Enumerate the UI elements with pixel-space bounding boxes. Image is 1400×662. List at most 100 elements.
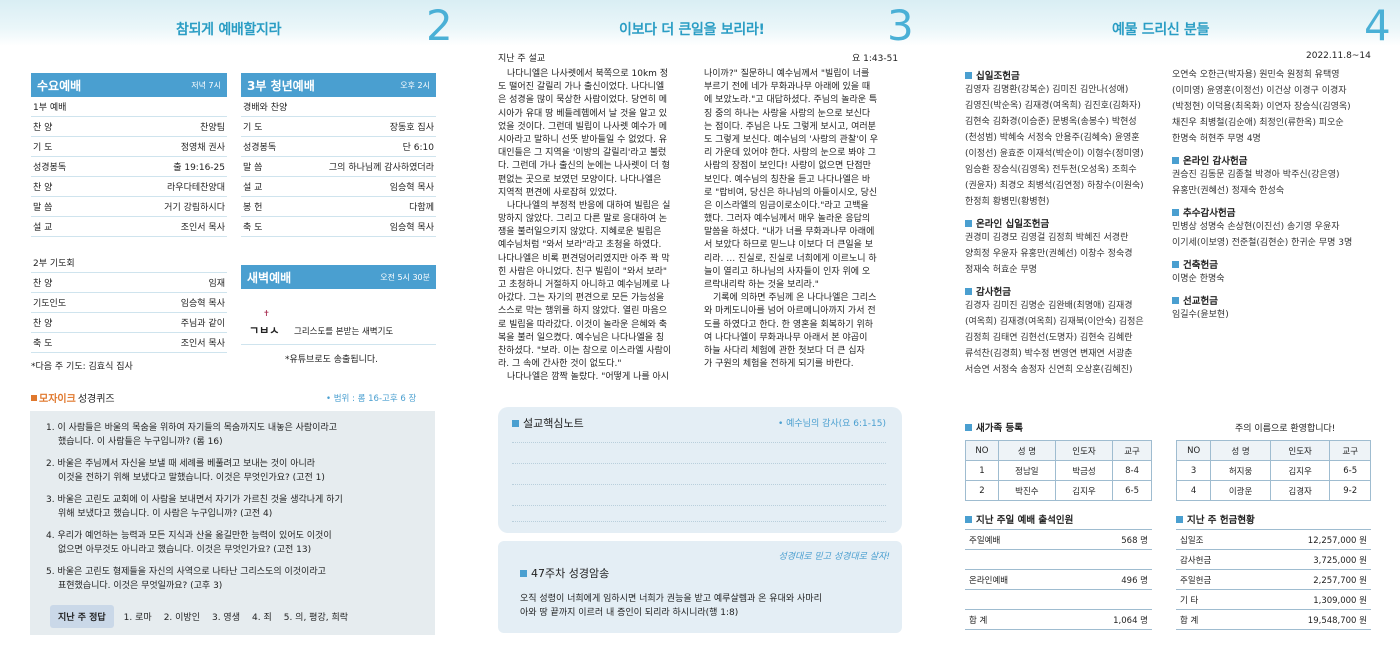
sermon-line: 로 "랍비여, 당신은 하나님의 아들이시오, 당신 — [704, 187, 878, 198]
quiz-box: 1. 이 사람들은 바울의 목숨을 위하여 자기들의 목숨까지도 내놓은 사람이… — [30, 411, 435, 635]
quiz-title: 모자이크 성경퀴즈 — [31, 390, 115, 405]
program-row: 찬 양 임재 — [31, 273, 227, 293]
note-title: 설교핵심노트 — [512, 415, 584, 431]
note-line — [512, 505, 886, 506]
memo-title: 47주차 성경암송 — [520, 565, 609, 581]
program-row: 축 도 조인서 목사 — [31, 333, 227, 353]
youth-header: 3부 청년예배 오후 2시 — [241, 73, 436, 97]
program-value: 출 19:16-25 — [173, 163, 225, 173]
sermon-reference: 요 1:43-51 — [852, 54, 899, 64]
sermon-line: 대인들은 그 지역을 '이방의 갈릴리'라고 불렀 — [498, 148, 667, 159]
sermon-line: 하늘 사다리 체험에 관한 첫보다 더 큰 십자 — [704, 345, 865, 356]
table-row: 십일조 12,257,000 원 — [1176, 529, 1371, 550]
sermon-line: 기록에 의하면 주님께 온 나다나엘은 그리스 — [713, 293, 877, 304]
last-week-answers: 지난 주 정답 1. 로마 2. 이방인 3. 영생 4. 죄 5. 의, 평강, 희락 — [50, 605, 348, 628]
online-tithe-title: 온라인 십일조헌금 — [965, 216, 1170, 230]
page-title: 이보다 더 큰일을 보리라! — [619, 22, 765, 38]
program-value: 장동호 집사 — [389, 123, 434, 133]
sermon-line: 리 가운데 있어야 한다. 사랑의 눈으로 봐야 그 — [704, 148, 876, 159]
program-row: 찬 양 라우다테찬양대 — [31, 177, 227, 197]
dawn-service: 새벽예배 오전 5시 30분 ✝ ㄱㅂㅅ 그리스도를 본받는 새벽기도 *유튜브로… — [241, 265, 436, 365]
online-thanks-names: 권승진 김동문 김종철 박경아 박주신(강은영) 유홍만(권혜선) 정재숙 한성숙 — [1172, 170, 1340, 196]
sermon-line: 했다. 그러자 예수님께서 매우 놀라운 응답의 — [704, 214, 871, 225]
program-value: 임승혁 목사 — [389, 223, 434, 233]
newcomer-table-right: NO 성 명 인도자 교구 3 허지웅 김지우 6-5 4 이광운 김경자 9-2 — [1175, 440, 1371, 501]
sermon-line: 었을 것이다. 그런데 빌립이 나사렛 예수가 메 — [498, 121, 668, 132]
program-item: 기도인도 — [33, 299, 67, 309]
newcomer-table-left: NO 성 명 인도자 교구 1 정남일 박금성 8-4 2 박진수 김지우 6-5 — [965, 440, 1152, 501]
mission-names: 임길수(윤보현) — [1172, 310, 1229, 320]
program-value: 정영채 권사 — [180, 143, 225, 153]
square-icon — [965, 71, 972, 79]
program-value: 조인서 목사 — [180, 339, 225, 349]
program-row: 찬 양 주님과 같이 — [31, 313, 227, 333]
column-header: 성 명 — [1210, 440, 1271, 461]
program-value: 임승혁 목사 — [180, 299, 225, 309]
sermon-line: 나다나엘의 부정적 반응에 대하여 빌립은 실 — [507, 200, 671, 211]
program-value: 다함께 — [409, 203, 434, 213]
program-item: 찬 양 — [33, 279, 53, 289]
program-row: 설 교 조인서 목사 — [31, 217, 227, 237]
page-number: 3 — [887, 1, 914, 50]
note-line — [512, 484, 886, 485]
thanks-title: 감사헌금 — [965, 284, 1170, 298]
offering-date: 2022.11.8~14 — [1306, 51, 1371, 61]
sermon-line: 예수님처럼 "와서 보라"라고 초청을 하였다. — [498, 240, 662, 251]
quiz-question: 1. 이 사람들은 바울의 목숨을 위하여 자기들의 목숨까지도 내놓은 사람이… — [46, 423, 338, 447]
thanks-names: 김경자 김미진 김명순 김완배(최명애) 김재경 (여옥희) 김재경(여옥희) 김… — [965, 301, 1144, 375]
square-icon — [1172, 260, 1179, 268]
sermon-line: 는 점이다. 주님은 나도 그렇게 보시고, 여러분 — [704, 121, 876, 132]
part-two-label: 2부 기도회 — [31, 253, 227, 273]
online-tithe-names: 권경미 김경모 김영걸 김정희 박혜진 서경란 양희정 우윤자 유홍만(권혜선) … — [965, 233, 1133, 275]
table-row: 1 정남일 박금성 8-4 — [965, 460, 1152, 481]
sermon-line: 나이까?" 질문하니 예수님께서 "빌립이 너를 — [704, 69, 870, 79]
sermon-line: 힌 사람은 아니었다. 친구 빌립이 "와서 보라" — [498, 266, 668, 277]
square-icon — [1172, 208, 1179, 216]
answer-item: 3. 영생 — [211, 613, 240, 623]
table-row: 감사헌금 3,725,000 원 — [1176, 549, 1371, 570]
program-item: 기 도 — [243, 123, 263, 133]
sermon-line: 말씀을 하셨다. "내가 너를 무화과나무 아래에 — [704, 227, 875, 238]
page-title: 참되게 예배할지라 — [176, 22, 282, 38]
program-item: 경배와 찬양 — [243, 103, 288, 113]
harvest-title: 추수감사헌금 — [1172, 205, 1372, 219]
offering-column-2: 오연숙 오한근(박자용) 원민숙 원정희 유택영 (이미영) 윤영훈(이정선) 이… — [1172, 67, 1372, 323]
wednesday-service: 수요예배 저녁 7시 1부 예배 찬 양 찬양팀 기 도 정영채 권사 성경봉독 출 19:… — [31, 73, 227, 372]
sermon-line: 도를 하였다고 한다. 한 영혼을 회복하기 위하 — [704, 319, 874, 330]
square-icon — [965, 219, 972, 227]
program-item: 성경봉독 — [33, 163, 67, 173]
sermon-line: 와 마케도니아를 넘어 아르메니아까지 가서 전 — [704, 306, 876, 317]
tithe-title: 십일조헌금 — [965, 68, 1170, 82]
program-row: 말 씀 거기 강림하시다 — [31, 197, 227, 217]
table-row: 주일헌금 2,257,700 원 — [1176, 569, 1371, 590]
column-header: 교구 — [1112, 440, 1152, 461]
program-item: 봉 헌 — [243, 203, 263, 213]
sermon-line: 찬하셨다. "보라. 이는 참으로 이스라엘 사람이 — [498, 345, 672, 356]
program-item: 찬 양 — [33, 183, 53, 193]
sermon-line: 도 떨어진 갈릴리 가나 출신이었다. 나다니엘 — [498, 82, 665, 93]
square-icon — [520, 569, 527, 577]
program-item: 말 씀 — [243, 163, 263, 173]
program-value: 라우다테찬양대 — [167, 183, 225, 193]
program-row: 성경봉독 출 19:16-25 — [31, 157, 227, 177]
sermon-line: 아갔다. 그는 자기의 편견으로 모든 가능성을 — [498, 293, 665, 304]
program-item: 설 교 — [33, 223, 53, 233]
sermon-line: 나다나엘은 깜짝 놀랐다. "어떻게 나를 아시 — [507, 372, 670, 383]
program-row: 말 씀 그의 하나님께 감사하였더라 — [241, 157, 436, 177]
prayer-note: *다음 주 기도: 김효식 집사 — [31, 362, 133, 372]
square-icon — [965, 423, 972, 431]
column-header: NO — [1175, 440, 1212, 461]
cross-icon: ✝ — [263, 309, 270, 318]
program-item: 찬 양 — [33, 319, 53, 329]
sermon-line: 로 빌립을 따라갔다. 이것이 놀라운 은혜와 축 — [498, 319, 668, 330]
square-icon — [965, 515, 972, 523]
tithe-names: 김영자 김명환(강복순) 김미진 김안나(성애) 김영진(박순옥) 김재경(여옥희… — [965, 85, 1144, 207]
sermon-line: 부르기 전에 네가 무화과나무 아래에 있을 때 — [704, 82, 871, 93]
sermon-line: 고 초청하니 거절하지 아니하고 예수님께로 나 — [498, 280, 670, 290]
column-header: NO — [965, 440, 999, 461]
page-4: 예물 드리신 분들 4 2022.11.8~14 십일조헌금 김영자 김명환(강복… — [934, 0, 1400, 662]
sermon-line: 여 나다나엘이 무화과나무 아래서 본 야곱이 — [704, 332, 868, 343]
sermon-line: 도 그렇게 보신다. 예수님의 '사랑의 관찰'이 우 — [704, 134, 879, 145]
table-row: 합 계 1,064 명 — [965, 609, 1152, 630]
newcomer-title: 새가족 등록 — [965, 420, 1023, 434]
